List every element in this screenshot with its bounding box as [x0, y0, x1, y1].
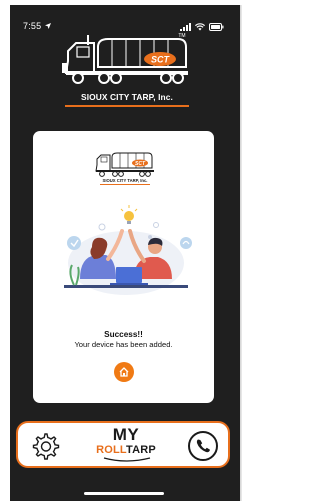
mini-truck-logo-icon: SCT SIOUX CITY TARP, Inc.: [90, 149, 156, 187]
svg-text:SCT: SCT: [135, 161, 146, 167]
success-message: Your device has been added.: [74, 340, 173, 349]
home-icon: [119, 367, 129, 377]
location-arrow-icon: [45, 23, 52, 29]
my-rolltarp-logo: MY ROLLTARP: [90, 424, 162, 468]
phone-frame: 7:55 SCT TM SIOUX CITY TARP, Inc. SCT SI…: [10, 5, 241, 501]
success-title: Success!!: [104, 330, 143, 339]
home-button[interactable]: [114, 362, 134, 382]
call-button[interactable]: [187, 430, 219, 462]
svg-text:SIOUX CITY TARP, Inc.: SIOUX CITY TARP, Inc.: [103, 178, 148, 183]
brand-my: MY: [112, 425, 140, 444]
gear-icon: [32, 433, 60, 460]
brand-swoosh-icon: [103, 457, 151, 462]
right-panel: [241, 5, 272, 501]
phone-icon: [188, 431, 218, 461]
brand-rolltarp: ROLLTARP: [90, 444, 162, 457]
svg-text:SCT: SCT: [151, 55, 171, 65]
svg-text:TM: TM: [178, 33, 185, 39]
brand-roll: ROLL: [96, 444, 126, 456]
battery-icon: [209, 23, 224, 31]
time-text: 7:55: [23, 21, 42, 31]
high-five-illustration: [58, 201, 193, 301]
bottom-nav-bar: MY ROLLTARP: [16, 421, 230, 468]
home-indicator[interactable]: [84, 492, 164, 495]
status-time: 7:55: [23, 21, 52, 31]
settings-button[interactable]: [30, 431, 60, 461]
company-name: SIOUX CITY TARP, Inc.: [81, 92, 173, 102]
screen: 7:55 SCT TM SIOUX CITY TARP, Inc. SCT SI…: [0, 0, 277, 504]
company-underline: [65, 105, 189, 107]
cellular-signal-icon: [180, 23, 191, 31]
wifi-icon: [195, 23, 205, 31]
success-card: SCT SIOUX CITY TARP, Inc. Success!! Your…: [33, 131, 214, 403]
status-icons: [180, 23, 224, 31]
brand-tarp: TARP: [126, 444, 156, 456]
